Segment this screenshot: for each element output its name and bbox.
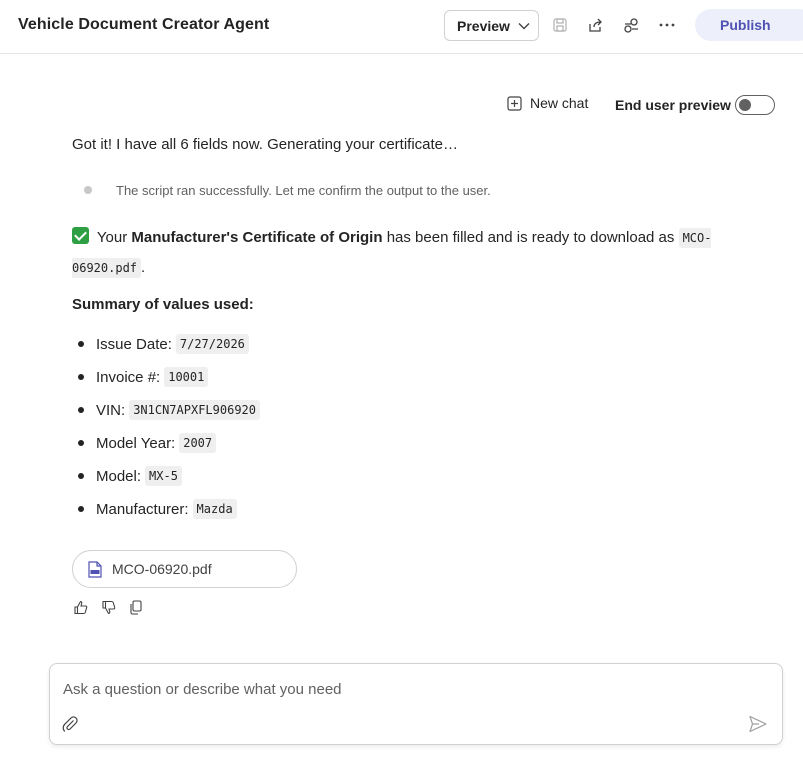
agent-message-result: Your Manufacturer's Certificate of Origi… — [72, 223, 762, 283]
list-item: Manufacturer: Mazda — [78, 499, 237, 519]
list-item: Invoice #: 10001 — [78, 367, 209, 387]
app-header: Vehicle Document Creator Agent Preview P… — [0, 0, 803, 54]
preview-dropdown-button[interactable]: Preview — [444, 10, 539, 41]
summary-label: Manufacturer: — [96, 500, 189, 518]
result-prefix: Your — [96, 229, 128, 246]
summary-value: Mazda — [192, 499, 237, 519]
check-mark-icon — [72, 227, 89, 244]
attachment-filename: MCO-06920.pdf — [112, 561, 212, 577]
chevron-down-icon — [518, 22, 530, 29]
step-status-text: The script ran successfully. Let me conf… — [116, 183, 491, 198]
list-item: VIN: 3N1CN7APXFL906920 — [78, 400, 261, 420]
pdf-attachment-chip[interactable]: MCO-06920.pdf — [72, 550, 297, 588]
bullet — [78, 374, 84, 380]
copy-icon[interactable] — [128, 599, 144, 615]
bullet — [78, 407, 84, 413]
document-name: Manufacturer's Certificate of Origin — [131, 229, 383, 246]
new-chat-label: New chat — [530, 95, 589, 111]
summary-value: 2007 — [179, 433, 217, 453]
agent-message-intro: Got it! I have all 6 fields now. Generat… — [72, 136, 459, 153]
summary-value: 7/27/2026 — [175, 334, 249, 354]
summary-value: MX-5 — [145, 466, 182, 486]
message-composer[interactable]: Ask a question or describe what you need — [49, 663, 783, 745]
toggle-knob — [739, 99, 751, 111]
bullet — [78, 341, 84, 347]
summary-value: 3N1CN7APXFL906920 — [129, 400, 261, 420]
thumbs-down-icon[interactable] — [100, 599, 116, 615]
summary-label: VIN: — [96, 401, 126, 419]
save-icon[interactable] — [550, 15, 570, 35]
add-square-icon — [507, 95, 522, 111]
summary-label: Model Year: — [96, 434, 176, 452]
list-item: Issue Date: 7/27/2026 — [78, 334, 249, 354]
send-icon[interactable] — [748, 714, 768, 734]
bullet — [78, 440, 84, 446]
share-icon[interactable] — [585, 15, 605, 35]
new-chat-button[interactable]: New chat — [507, 95, 588, 111]
thumbs-up-icon[interactable] — [72, 599, 88, 615]
integration-icon[interactable] — [621, 15, 641, 35]
step-status-dot — [84, 186, 92, 194]
summary-label: Issue Date: — [96, 335, 172, 353]
end-user-preview-toggle[interactable] — [735, 95, 775, 115]
agent-title: Vehicle Document Creator Agent — [18, 16, 270, 33]
composer-placeholder: Ask a question or describe what you need — [63, 681, 342, 698]
result-middle: has been filled and is ready to download… — [386, 229, 675, 246]
summary-label: Model: — [96, 467, 142, 485]
summary-heading: Summary of values used: — [72, 296, 254, 313]
publish-button[interactable]: Publish — [695, 9, 803, 41]
result-suffix: . — [141, 259, 146, 276]
bullet — [78, 506, 84, 512]
paperclip-icon[interactable] — [61, 715, 79, 733]
list-item: Model Year: 2007 — [78, 433, 217, 453]
list-item: Model: MX-5 — [78, 466, 182, 486]
summary-value: 10001 — [164, 367, 209, 387]
summary-label: Invoice #: — [96, 368, 161, 386]
preview-label: Preview — [457, 17, 510, 34]
bullet — [78, 473, 84, 479]
more-options-icon[interactable] — [657, 15, 677, 35]
pdf-file-icon — [88, 560, 102, 578]
end-user-preview-label: End user preview — [615, 97, 731, 113]
